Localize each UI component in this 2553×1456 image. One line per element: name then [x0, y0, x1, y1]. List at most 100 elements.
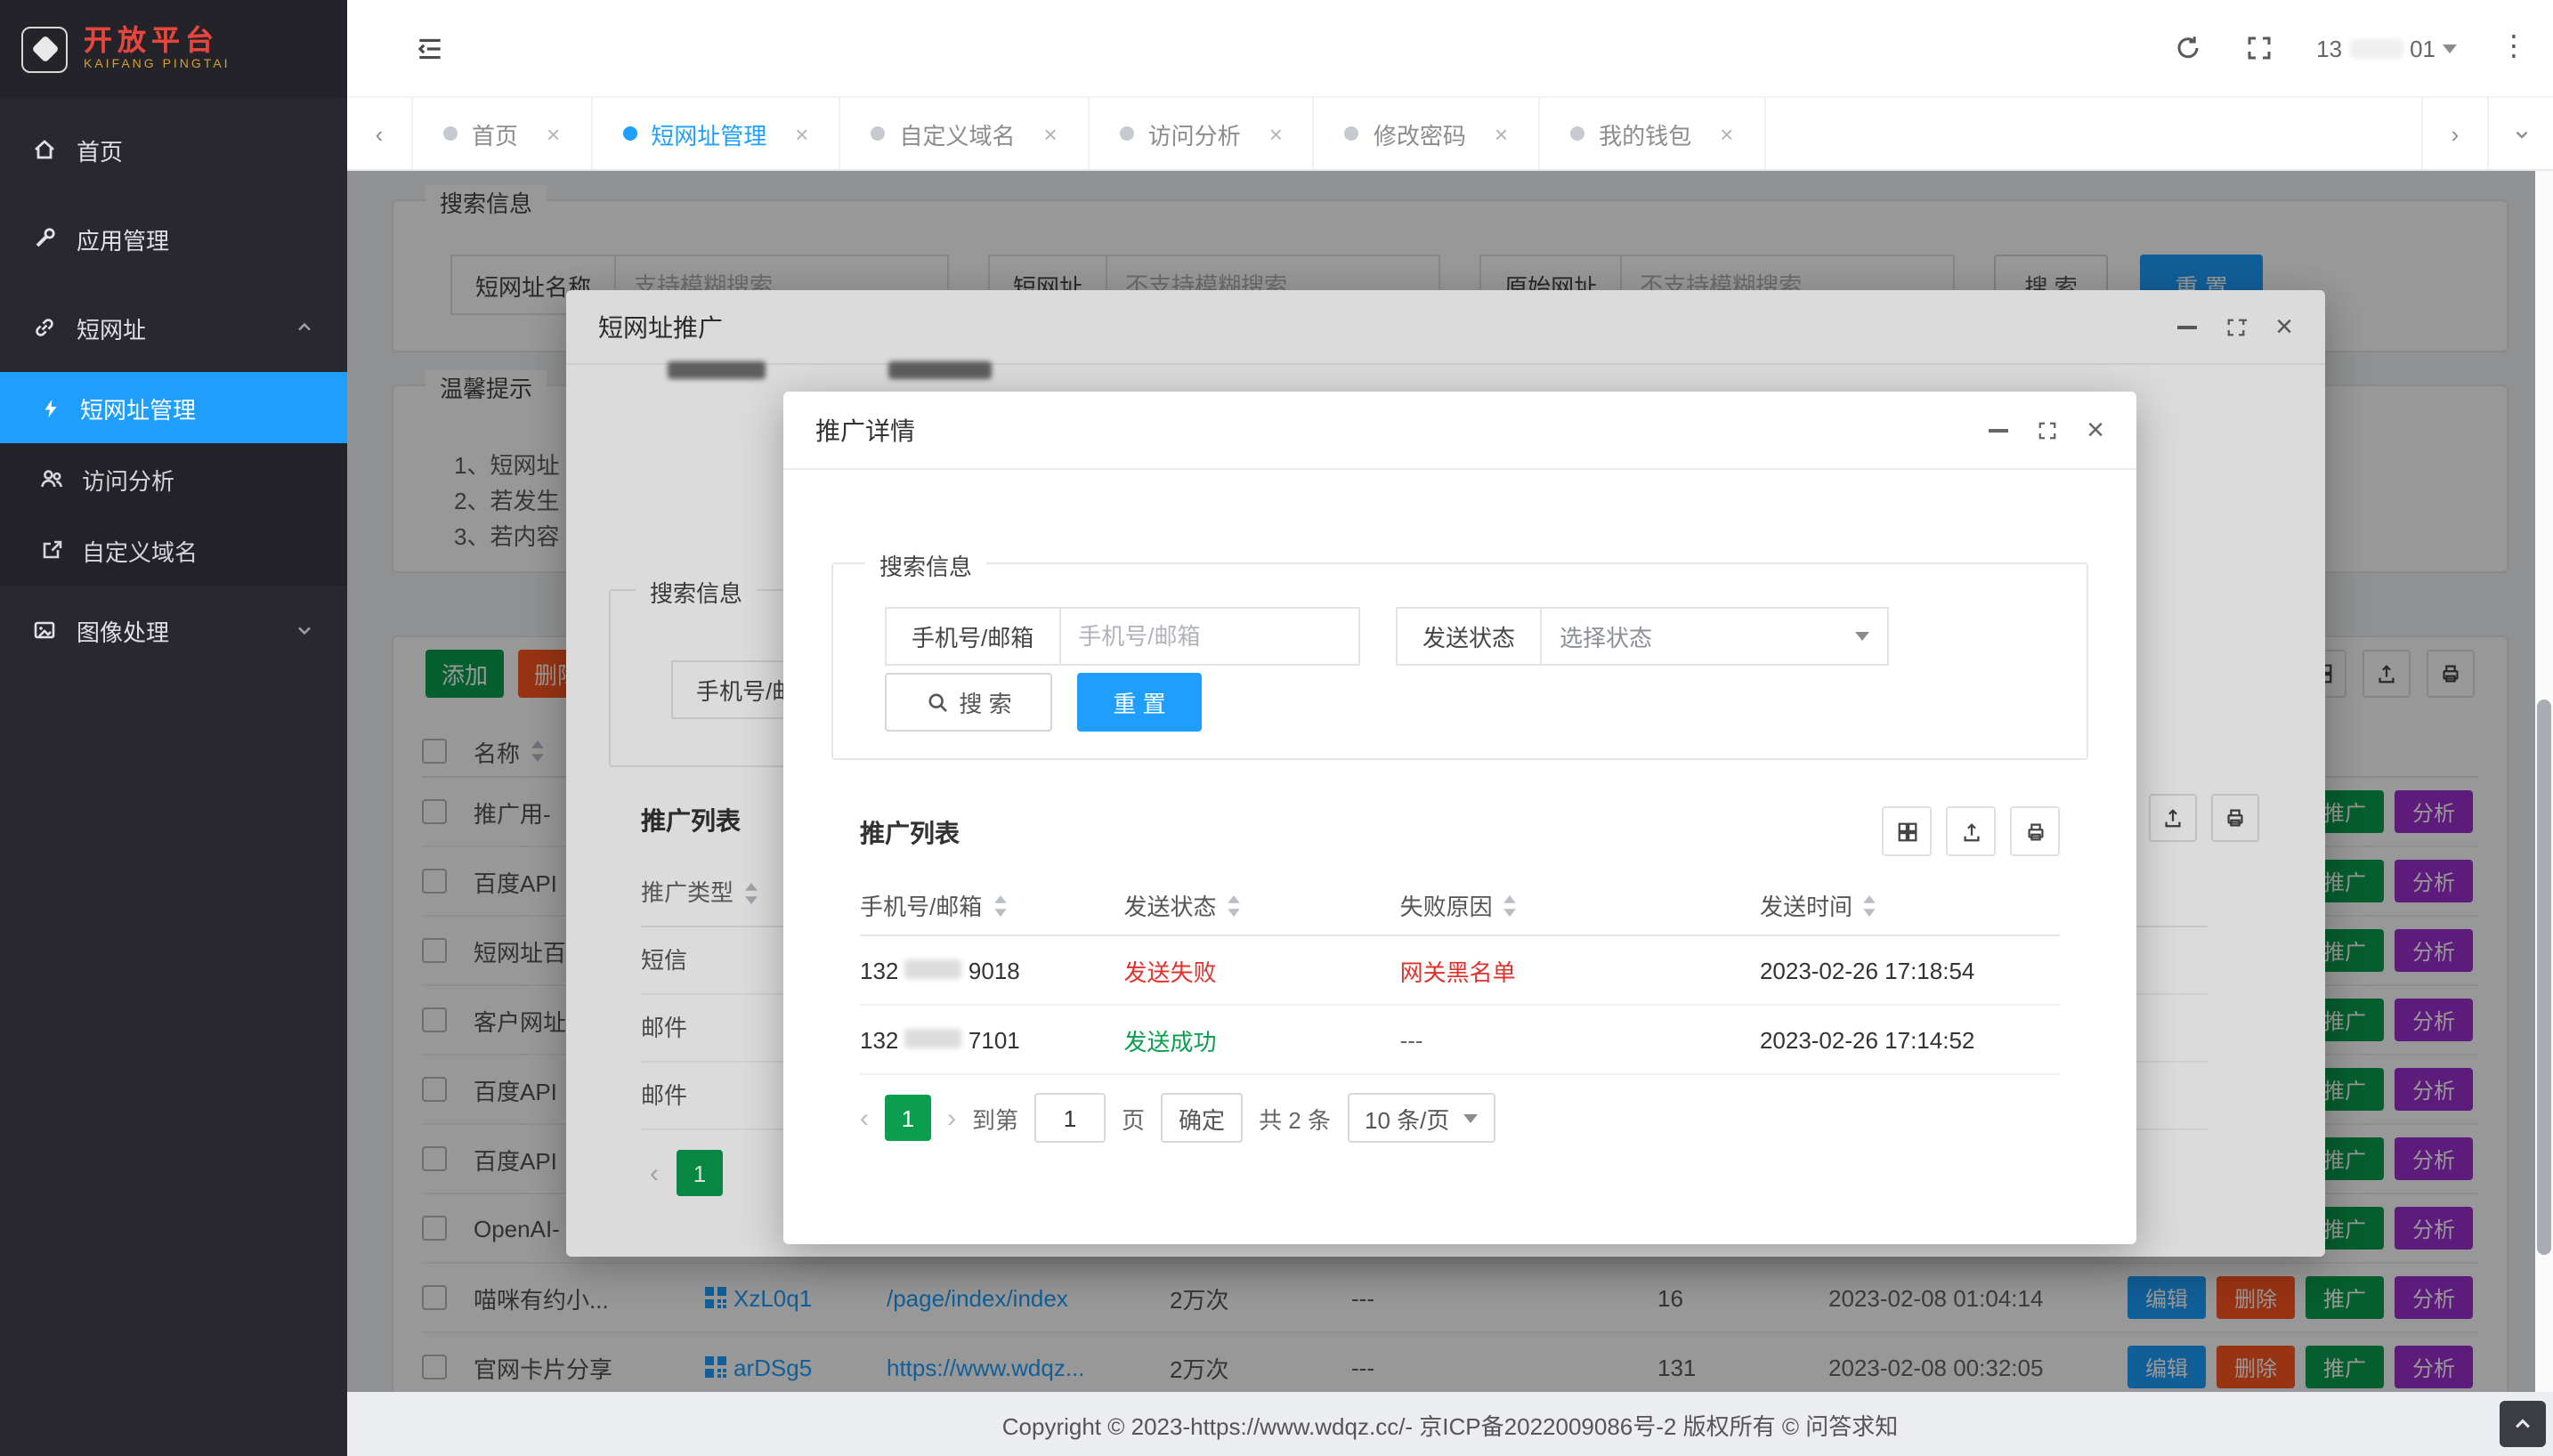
sidebar-item-label: 应用管理	[77, 222, 169, 255]
sidebar-item-label: 自定义域名	[82, 533, 198, 567]
cell-fail-reason: 网关黑名单	[1400, 953, 1760, 987]
close-icon[interactable]: ×	[1043, 120, 1057, 147]
cell-phone: 132 7101	[860, 1026, 1124, 1053]
link-icon	[32, 315, 57, 340]
refresh-icon[interactable]	[2174, 34, 2202, 62]
total-count-label: 共 2 条	[1259, 1101, 1331, 1135]
table-row: 132 9018 发送失败 网关黑名单 2023-02-26 17:18:54	[860, 936, 2060, 1006]
close-icon[interactable]: ×	[1495, 120, 1508, 147]
tab-custom-domain[interactable]: 自定义域名 ×	[840, 98, 1089, 169]
tab-label: 首页	[472, 117, 518, 150]
tab-label: 自定义域名	[899, 117, 1015, 150]
cell-send-status: 发送成功	[1124, 1023, 1400, 1056]
page-prev-icon[interactable]: ‹	[860, 1103, 869, 1133]
maximize-icon[interactable]	[2037, 419, 2058, 441]
caret-down-icon	[2443, 44, 2457, 53]
sidebar-menu: 首页 应用管理 短网址 短网址管理 访问分析	[0, 98, 347, 675]
detail-search-actions: 搜 索 重 置	[885, 673, 1202, 732]
sidebar-item-label: 首页	[77, 133, 123, 166]
scrollbar-thumb[interactable]	[2537, 700, 2551, 1255]
field-label: 发送状态	[1396, 607, 1540, 666]
cell-phone: 132 9018	[860, 957, 1124, 983]
tab-home[interactable]: 首页 ×	[413, 98, 592, 169]
footer: Copyright © 2023-https://www.wdqz.cc/- 京…	[347, 1392, 2553, 1456]
sidebar-item-custom-domain[interactable]: 自定义域名	[0, 514, 347, 586]
logo-subtitle: KAIFANG PINGTAI	[84, 59, 231, 71]
sidebar-submenu-shorturl: 短网址管理 访问分析 自定义域名	[0, 372, 347, 586]
field-send-status: 发送状态 选择状态	[1396, 607, 1889, 666]
users-icon	[39, 466, 64, 491]
status-select[interactable]: 选择状态	[1540, 607, 1889, 666]
clock-dropdown[interactable]: 13 01	[2316, 35, 2457, 61]
sort-icon[interactable]	[993, 894, 1007, 916]
topbar-right: 13 01 ⋮	[2174, 34, 2553, 62]
table-row: 132 7101 发送成功 --- 2023-02-26 17:14:52	[860, 1006, 2060, 1075]
close-icon[interactable]: ×	[2087, 415, 2104, 445]
tabs-scroll-right-icon[interactable]: ›	[2421, 98, 2487, 169]
print-icon[interactable]	[2010, 806, 2060, 856]
fullscreen-icon[interactable]	[2245, 34, 2273, 62]
tab-label: 短网址管理	[651, 117, 766, 150]
bolt-icon	[39, 396, 62, 419]
promotion-detail-header: 推广详情 ×	[783, 392, 2136, 470]
sort-icon[interactable]	[1863, 894, 1877, 916]
tab-shorturl-manage[interactable]: 短网址管理 ×	[592, 98, 840, 169]
detail-list-toolbar	[1882, 806, 2060, 856]
detail-table-header: 手机号/邮箱 发送状态 失败原因 发送时间	[860, 876, 2060, 936]
close-icon[interactable]: ×	[1720, 120, 1733, 147]
tabbar: ‹ 首页 × 短网址管理 × 自定义域名 × 访问分析× 修改密码× 我的钱包× ›	[347, 98, 2553, 171]
sidebar-item-app-management[interactable]: 应用管理	[0, 194, 347, 283]
sidebar-item-shorturl-manage[interactable]: 短网址管理	[0, 372, 347, 443]
close-icon[interactable]: ×	[795, 120, 808, 147]
sidebar-item-visit-analysis[interactable]: 访问分析	[0, 443, 347, 514]
cell-send-time: 2023-02-26 17:14:52	[1760, 1026, 2060, 1053]
redacted-digits	[905, 1028, 962, 1048]
phone-email-input[interactable]	[1058, 607, 1359, 666]
phone-suffix: 9018	[969, 957, 1020, 983]
page-size-select[interactable]: 10 条/页	[1347, 1093, 1495, 1143]
minimize-icon[interactable]	[1989, 428, 2008, 432]
logo-title: 开放平台	[84, 27, 231, 60]
more-menu-icon[interactable]: ⋮	[2500, 34, 2528, 62]
tab-wallet[interactable]: 我的钱包×	[1540, 98, 1765, 169]
tab-dot	[622, 126, 636, 141]
current-page-button[interactable]: 1	[885, 1095, 931, 1141]
phone-prefix: 132	[860, 1026, 898, 1053]
scrollbar	[2535, 171, 2553, 1392]
tab-dot	[443, 126, 458, 141]
reset-button[interactable]: 重 置	[1077, 673, 1202, 732]
sidebar-item-shorturl[interactable]: 短网址	[0, 283, 347, 372]
sidebar-item-image-processing[interactable]: 图像处理	[0, 586, 347, 675]
tabs-scroll-left-icon[interactable]: ‹	[347, 98, 413, 169]
tab-visit-analysis[interactable]: 访问分析×	[1090, 98, 1315, 169]
sort-icon[interactable]	[1228, 894, 1242, 916]
page-number-input[interactable]	[1034, 1093, 1106, 1143]
sidebar-item-label: 访问分析	[82, 462, 174, 496]
sidebar-item-label: 图像处理	[77, 613, 169, 647]
back-to-top-button[interactable]	[2500, 1401, 2546, 1447]
sidebar: 开放平台 KAIFANG PINGTAI 首页 应用管理 短网址 短网址	[0, 0, 347, 1456]
modal-title: 推广详情	[815, 412, 915, 448]
search-button-label: 搜 索	[959, 685, 1011, 719]
copyright-text: Copyright © 2023-https://www.wdqz.cc/- 京…	[1002, 1407, 1898, 1441]
status-select-value: 选择状态	[1560, 619, 1652, 653]
tabs-menu-icon[interactable]	[2487, 98, 2553, 169]
sidebar-item-home[interactable]: 首页	[0, 105, 347, 194]
phone-prefix: 132	[860, 957, 898, 983]
search-icon	[925, 691, 948, 714]
cell-fail-reason: ---	[1400, 1026, 1760, 1053]
grid-view-icon[interactable]	[1882, 806, 1932, 856]
field-label: 手机号/邮箱	[885, 607, 1058, 666]
field-phone-email: 手机号/邮箱	[885, 607, 1359, 666]
search-button[interactable]: 搜 索	[885, 673, 1052, 732]
time-prefix: 13	[2316, 35, 2342, 61]
sidebar-collapse-icon[interactable]	[415, 33, 445, 63]
close-icon[interactable]: ×	[1269, 120, 1283, 147]
redacted-time	[2349, 38, 2403, 58]
page-next-icon[interactable]: ›	[947, 1103, 956, 1133]
close-icon[interactable]: ×	[547, 120, 560, 147]
confirm-button[interactable]: 确定	[1161, 1093, 1243, 1143]
export-icon[interactable]	[1946, 806, 1996, 856]
sort-icon[interactable]	[1503, 894, 1518, 916]
tab-change-password[interactable]: 修改密码×	[1315, 98, 1540, 169]
